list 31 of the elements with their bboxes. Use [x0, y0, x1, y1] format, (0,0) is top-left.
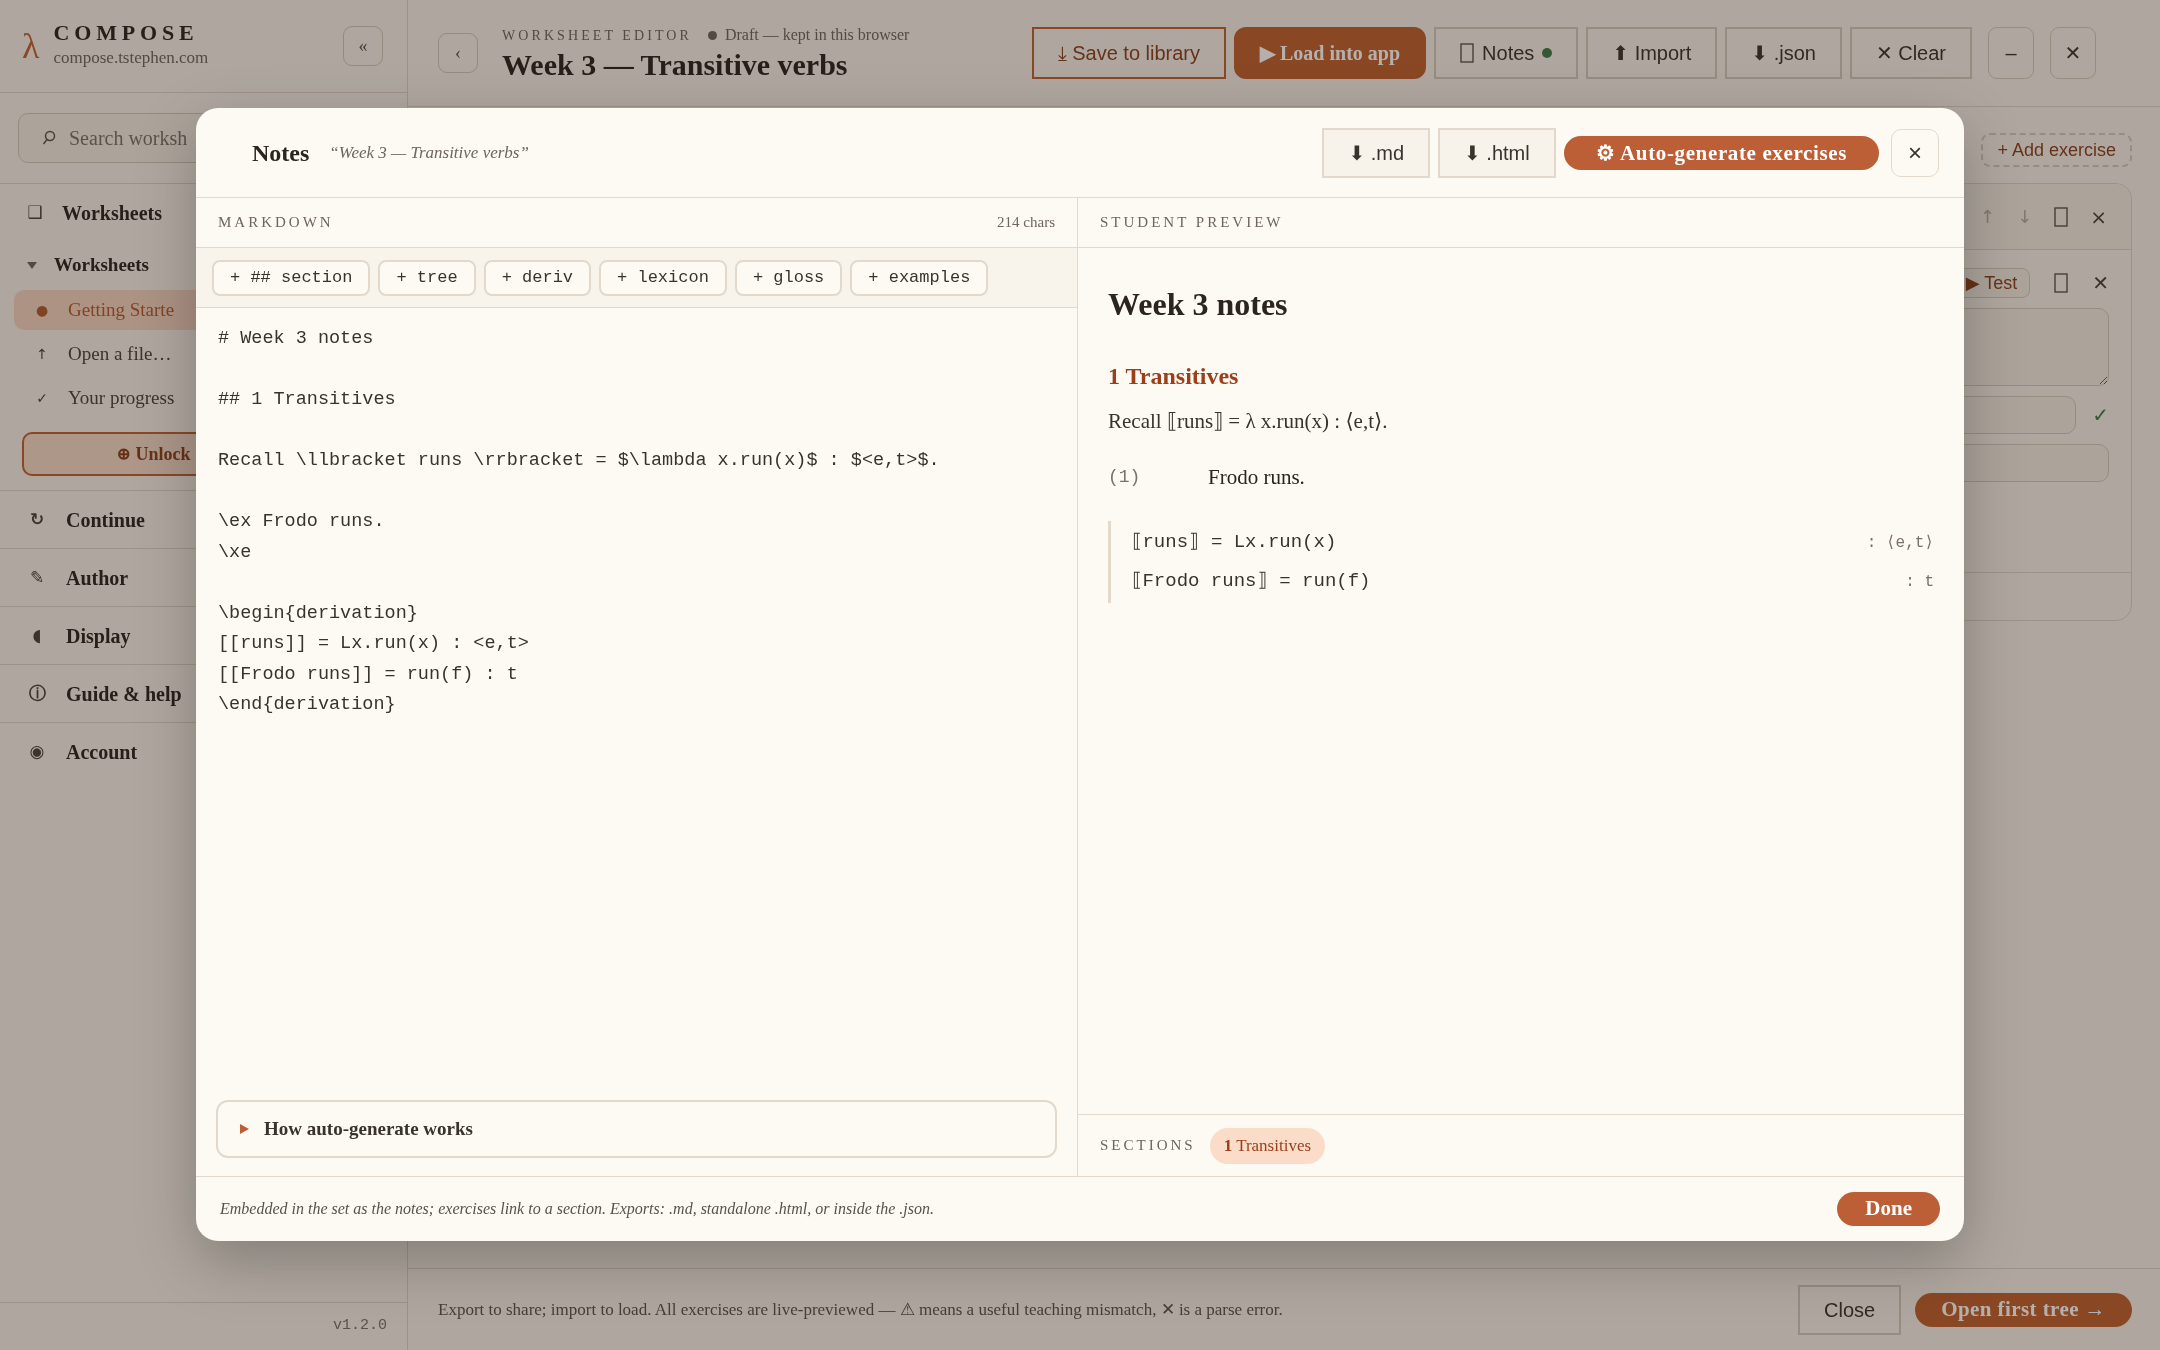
- brand-domain: compose.tstephen.com: [53, 47, 209, 70]
- derivation-type: : ⟨e,t⟩: [1866, 532, 1934, 554]
- footer-hint: Export to share; import to load. All exercises are live-previewed — ⚠ means a useful teaching mismatch, ✕ is a parse error.: [438, 1298, 1283, 1321]
- dialog-title: Notes: [252, 138, 310, 168]
- nav-icon: ❑: [26, 200, 44, 226]
- nav-icon: ⓘ: [28, 680, 46, 707]
- pane-heading: STUDENT PREVIEW: [1100, 213, 1284, 233]
- version-label: v1.2.0: [333, 1316, 387, 1337]
- preview-title: Week 3 notes: [1108, 285, 1289, 324]
- section-heading: 1 Transitives: [1108, 362, 1240, 391]
- pane-heading: MARKDOWN: [218, 213, 334, 233]
- dialog-subtitle: “Week 3 — Transitive verbs”: [329, 141, 529, 164]
- editor-label: WORKSHEET EDITOR: [502, 26, 692, 45]
- nav-icon: ↻: [28, 506, 46, 533]
- derivation-formula: ⟦runs⟧ = Lx.run(x): [1131, 530, 1337, 556]
- nav-icon: ◉: [28, 738, 46, 765]
- brand-name: COMPOSE: [53, 21, 200, 46]
- logo-icon: λ: [22, 28, 40, 64]
- preview-paragraph: Recall ⟦runs⟧ = λ x.run(x) : ⟨e,t⟩.: [1108, 408, 1389, 435]
- worksheet-title: Week 3 — Transitive verbs: [502, 47, 849, 83]
- char-count: 214 chars: [997, 213, 1055, 233]
- example-sentence: Frodo runs.: [1208, 463, 1305, 491]
- nav-icon: ◖: [28, 622, 46, 649]
- example-number: (1): [1108, 465, 1142, 489]
- check-mark: ✓: [2092, 402, 2109, 429]
- draft-status: Draft — kept in this browser: [724, 25, 910, 46]
- dialog-note: Embedded in the set as the notes; exercises link to a section. Exports: .md, standalone .html, or inside the .json.: [220, 1199, 934, 1220]
- derivation-formula: ⟦Frodo runs⟧ = run(f): [1131, 569, 1371, 595]
- derivation-type: : t: [1905, 571, 1934, 593]
- sections-label: SECTIONS: [1100, 1136, 1196, 1156]
- nav-icon: ✎: [28, 564, 46, 591]
